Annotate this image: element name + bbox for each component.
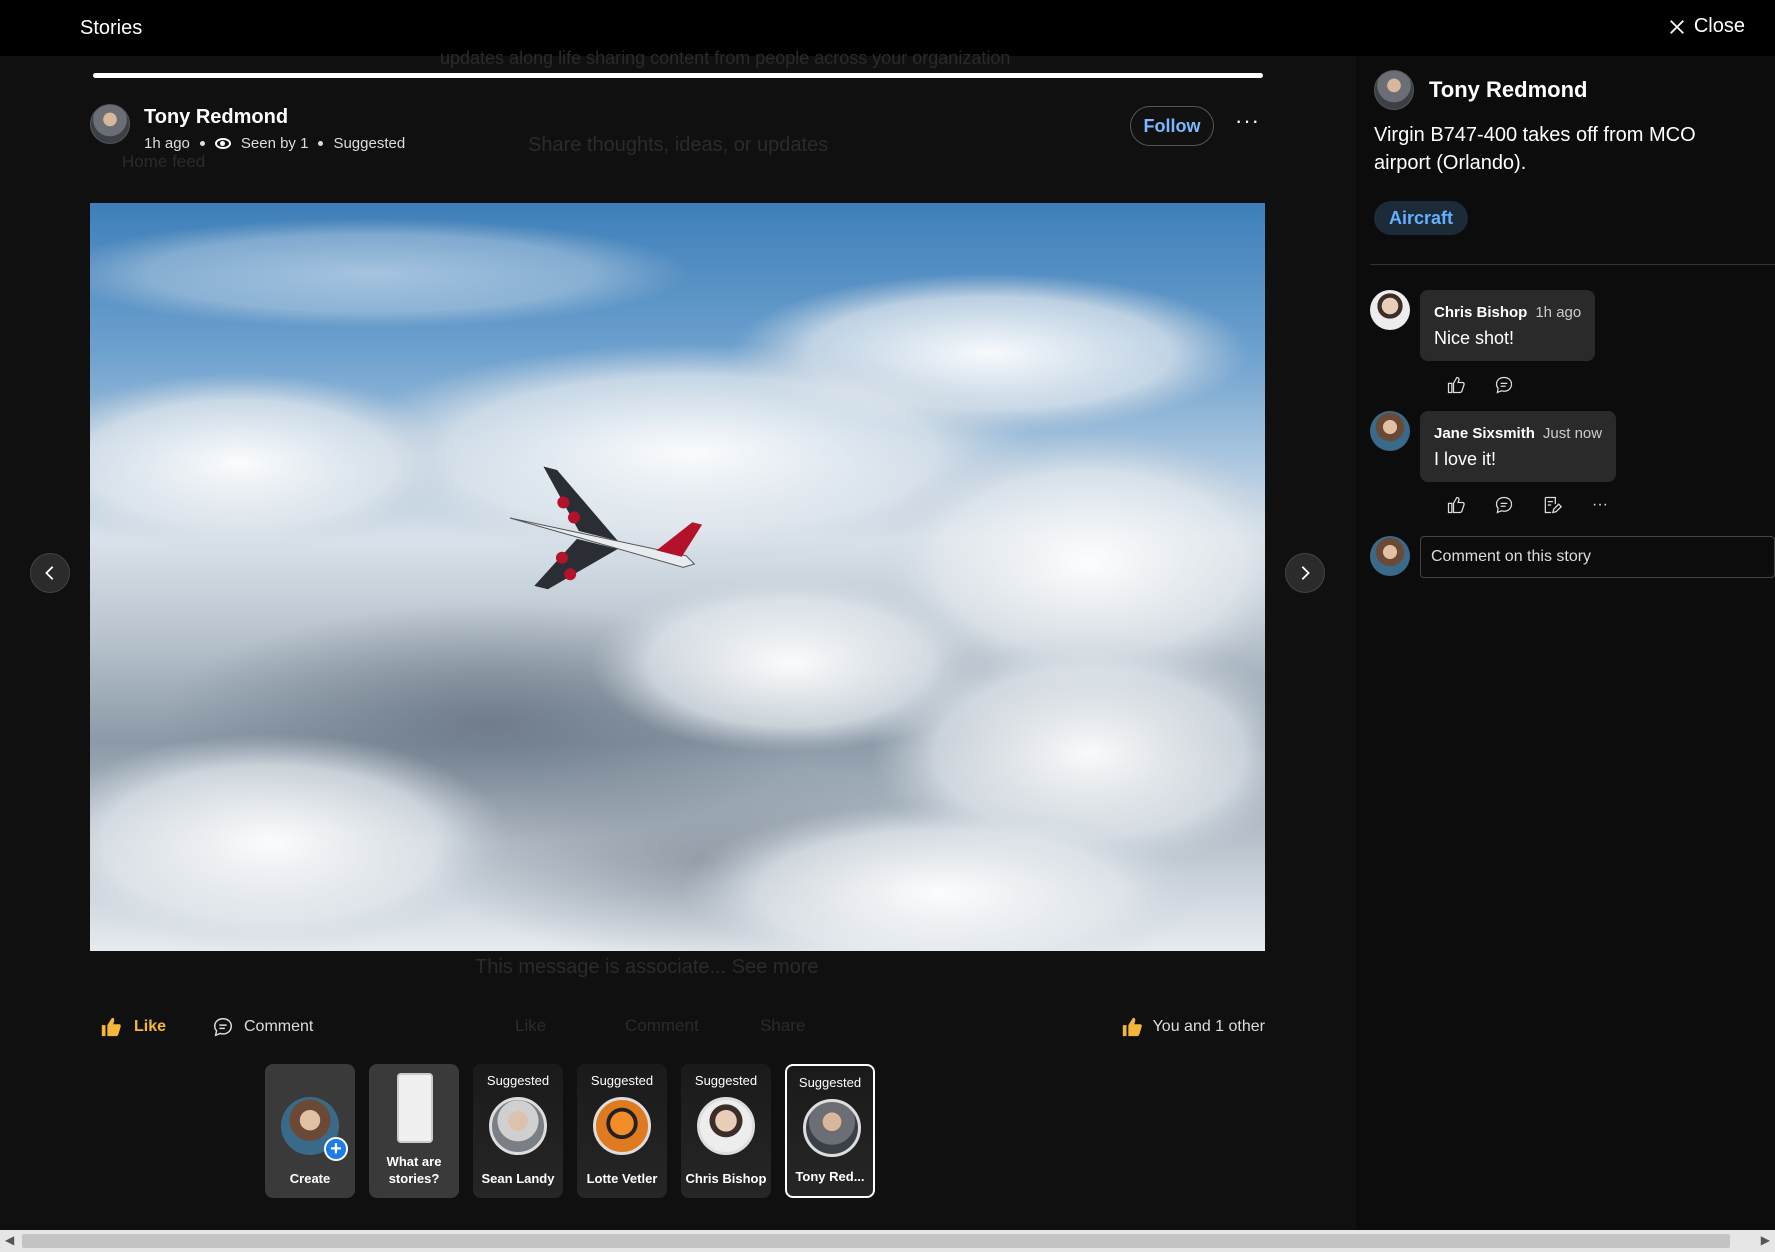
comment-button[interactable]: Comment: [212, 1016, 313, 1038]
comment-text: Nice shot!: [1434, 328, 1515, 348]
avatar: [1370, 536, 1410, 576]
thumbs-up-icon: [1447, 376, 1465, 394]
story-card-lotte-vetler[interactable]: Suggested Lotte Vetler: [577, 1064, 667, 1198]
author-avatar[interactable]: [1374, 70, 1414, 110]
commenter-name[interactable]: Jane Sixsmith: [1434, 425, 1535, 442]
story-time: 1h ago: [144, 135, 190, 152]
avatar[interactable]: [1370, 411, 1410, 451]
card-label: Chris Bishop: [685, 1171, 767, 1187]
more-options-icon[interactable]: ···: [1235, 108, 1260, 134]
comment-time: Just now: [1542, 425, 1603, 442]
seen-count: Seen by 1: [240, 135, 309, 152]
close-button[interactable]: Close: [1668, 15, 1745, 38]
separator-dot: [199, 141, 205, 146]
background-message: This message is associate... See more: [475, 956, 819, 978]
thumbs-up-icon: [101, 1017, 121, 1037]
comment-bubble: Jane Sixsmith Just now I love it!: [1420, 411, 1617, 482]
story-actions: Like Comment You and 1 other: [100, 1016, 1265, 1046]
close-label: Close: [1693, 15, 1745, 37]
comment-bubble: Chris Bishop 1h ago Nice shot!: [1420, 290, 1596, 361]
card-label: Lotte Vetler: [586, 1171, 658, 1187]
story-caption: Virgin B747-400 takes off from MCO airpo…: [1374, 124, 1696, 174]
like-comment-button[interactable]: [1444, 493, 1468, 517]
background-home-feed: Home feed: [122, 152, 206, 171]
stories-tray: + Create What are stories? Suggested Sea…: [265, 1064, 875, 1198]
card-label: Create: [289, 1171, 331, 1187]
story-photo: [90, 203, 1265, 951]
suggested-badge: Suggested: [694, 1073, 758, 1088]
comment-label: Comment: [244, 1018, 314, 1035]
chevron-left-icon: [45, 566, 54, 580]
horizontal-scrollbar[interactable]: ◀ ▶: [0, 1230, 1775, 1252]
background-feed-text: updates along life sharing content from …: [440, 48, 1011, 68]
suggested-badge: Suggested: [798, 1075, 862, 1090]
like-comment-button[interactable]: [1444, 373, 1468, 397]
reply-button[interactable]: [1492, 373, 1516, 397]
like-label: Like: [134, 1018, 167, 1035]
story-meta: 1h ago Seen by 1 Suggested: [144, 135, 405, 152]
card-label: Tony Red...: [795, 1169, 865, 1185]
story-viewer: updates along life sharing content from …: [0, 48, 1355, 1230]
background-composer-placeholder: Share thoughts, ideas, or updates: [528, 134, 829, 156]
close-icon: [1669, 19, 1684, 34]
comment-actions: ···: [1444, 493, 1612, 517]
comment-input[interactable]: Comment on this story: [1420, 536, 1775, 578]
phone-icon: [397, 1073, 433, 1143]
suggested-badge: Suggested: [486, 1073, 550, 1088]
airplane-photo-icon: [90, 218, 1265, 951]
avatar[interactable]: [1370, 290, 1410, 330]
what-are-stories-card[interactable]: What are stories?: [369, 1064, 459, 1198]
comment-time: 1h ago: [1535, 304, 1582, 321]
avatar: [697, 1097, 755, 1155]
comment-actions: [1444, 373, 1516, 397]
scroll-left-icon[interactable]: ◀: [5, 1233, 14, 1247]
separator-dot: [318, 141, 324, 146]
comment-icon: [1495, 496, 1513, 514]
story-progress-bar: [93, 73, 1263, 78]
reply-button[interactable]: [1492, 493, 1516, 517]
more-options-icon[interactable]: ···: [1588, 493, 1612, 517]
scrollbar-thumb[interactable]: [22, 1234, 1730, 1248]
comment-text: I love it!: [1434, 449, 1497, 469]
edit-comment-button[interactable]: [1540, 493, 1564, 517]
page-title: Stories: [80, 17, 143, 39]
like-button[interactable]: Like: [100, 1016, 166, 1038]
divider: [1370, 264, 1775, 265]
story-card-tony-redmond[interactable]: Suggested Tony Red...: [785, 1064, 875, 1198]
avatar: [593, 1097, 651, 1155]
topic-tag[interactable]: Aircraft: [1374, 201, 1469, 235]
suggested-label: Suggested: [333, 135, 406, 152]
next-story-button[interactable]: [1285, 553, 1325, 593]
reactions-summary[interactable]: You and 1 other: [1121, 1016, 1265, 1038]
scroll-right-icon[interactable]: ▶: [1761, 1233, 1770, 1247]
avatar: [489, 1097, 547, 1155]
chevron-right-icon: [1301, 566, 1310, 580]
commenter-name[interactable]: Chris Bishop: [1434, 304, 1527, 321]
story-card-chris-bishop[interactable]: Suggested Chris Bishop: [681, 1064, 771, 1198]
author-avatar[interactable]: [90, 104, 130, 144]
thumbs-up-icon: [1447, 496, 1465, 514]
story-card-sean-landy[interactable]: Suggested Sean Landy: [473, 1064, 563, 1198]
edit-icon: [1544, 496, 1562, 514]
comment-icon: [214, 1018, 232, 1037]
card-label: Sean Landy: [481, 1171, 555, 1187]
avatar: [803, 1099, 861, 1157]
plus-icon: +: [324, 1137, 348, 1161]
comment-icon: [1495, 376, 1513, 394]
suggested-badge: Suggested: [590, 1073, 654, 1088]
reactions-text: You and 1 other: [1152, 1018, 1265, 1035]
panel-author-name[interactable]: Tony Redmond: [1429, 77, 1587, 103]
panel-author: Tony Redmond: [1374, 70, 1587, 110]
story-details-panel: Tony Redmond Virgin B747-400 takes off f…: [1356, 56, 1775, 1230]
create-story-card[interactable]: + Create: [265, 1064, 355, 1198]
author-name[interactable]: Tony Redmond: [144, 106, 405, 129]
card-label: What are stories?: [386, 1154, 442, 1187]
previous-story-button[interactable]: [30, 553, 70, 593]
follow-button[interactable]: Follow: [1130, 106, 1214, 146]
thumbs-up-icon: [1122, 1017, 1142, 1037]
story-author: Tony Redmond 1h ago Seen by 1 Suggested: [90, 104, 405, 152]
eye-icon: [214, 138, 231, 149]
